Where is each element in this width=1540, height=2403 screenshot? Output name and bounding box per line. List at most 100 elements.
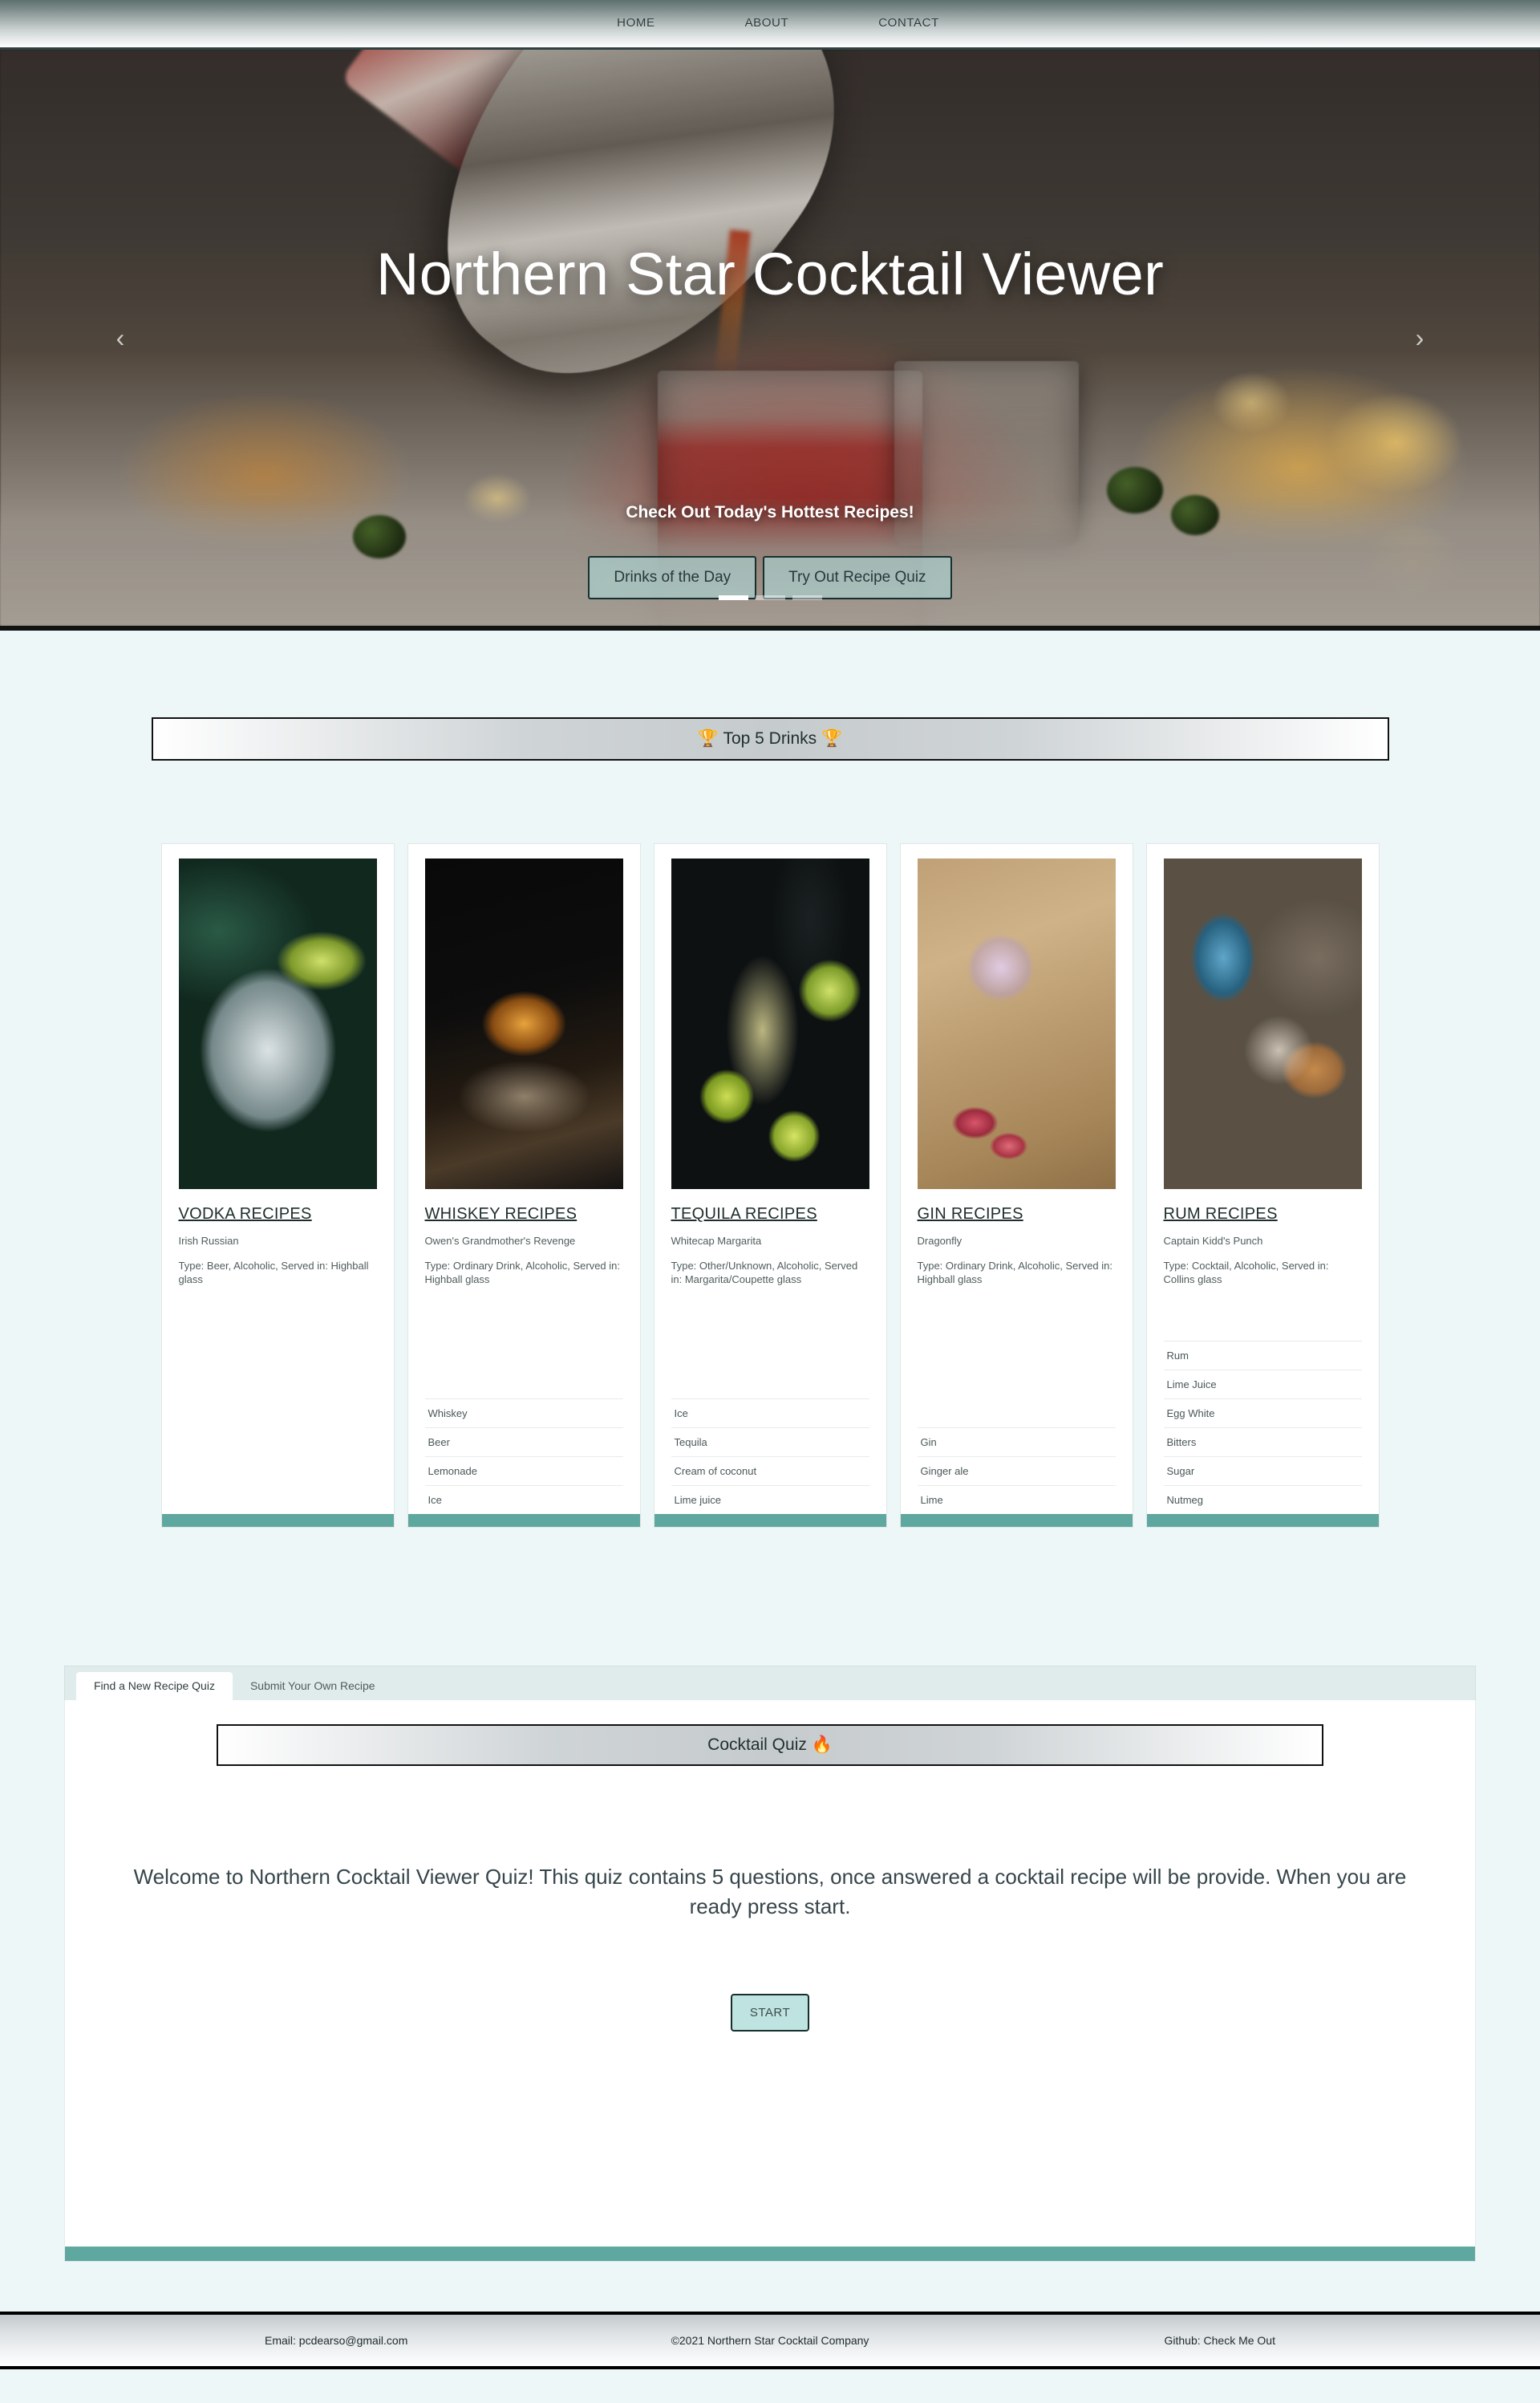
card-drink-type: Type: Ordinary Drink, Alcoholic, Served …	[424, 1259, 621, 1286]
card-title-rum[interactable]: RUM RECIPES	[1164, 1205, 1362, 1224]
ingredient-item: Ice	[424, 1485, 623, 1514]
card-drink-name: Irish Russian	[178, 1235, 239, 1247]
card-title-gin[interactable]: GIN RECIPES	[918, 1205, 1116, 1224]
nav-link-about[interactable]: ABOUT	[700, 16, 834, 30]
hero-carousel: Northern Star Cocktail Viewer Check Out …	[0, 50, 1540, 631]
drink-card-tequila[interactable]: TEQUILA RECIPES Whitecap Margarita Type:…	[653, 843, 887, 1528]
hero-title: Northern Star Cocktail Viewer	[375, 241, 1165, 307]
card-drink-name: Owen's Grandmother's Revenge	[424, 1235, 576, 1247]
card-title-whiskey[interactable]: WHISKEY RECIPES	[425, 1205, 623, 1224]
card-spacer	[179, 1287, 377, 1514]
tab-find-a-new-recipe-quiz[interactable]: Find a New Recipe Quiz	[76, 1672, 233, 1700]
rum-cocktail-image	[1163, 859, 1362, 1189]
tequila-cocktail-image	[671, 859, 869, 1189]
start-quiz-button[interactable]: START	[730, 1993, 810, 2032]
card-spacer	[918, 1287, 1116, 1427]
footer-email-link[interactable]: Email: pcdearso@gmail.com	[265, 2334, 407, 2347]
vodka-cocktail-image	[178, 859, 377, 1189]
drink-card-vodka[interactable]: VODKA RECIPES Irish Russian Type: Beer, …	[160, 843, 395, 1528]
ingredient-item: Lime	[917, 1485, 1116, 1514]
ingredient-item: Ice	[671, 1398, 869, 1427]
ingredient-item: Beer	[424, 1427, 623, 1456]
carousel-next-icon[interactable]: ›	[1400, 318, 1440, 358]
card-spacer	[671, 1287, 869, 1398]
card-accent-footer	[1146, 1514, 1379, 1527]
nav-links: HOME ABOUT CONTACT	[572, 16, 984, 30]
footer-github-link[interactable]: Github: Check Me Out	[1164, 2334, 1275, 2347]
cocktail-quiz-header: Cocktail Quiz 🔥	[217, 1724, 1323, 1766]
card-body: GIN RECIPES Dragonfly Type: Ordinary Dri…	[901, 844, 1133, 1514]
card-spacer	[425, 1287, 623, 1398]
quiz-accent-footer	[65, 2247, 1475, 2261]
ingredient-item: Lime juice	[671, 1485, 869, 1514]
carousel-indicators	[0, 595, 1540, 600]
quiz-section: Find a New Recipe Quiz Submit Your Own R…	[64, 1666, 1476, 2262]
gin-cocktail-image	[917, 859, 1116, 1189]
card-body: WHISKEY RECIPES Owen's Grandmother's Rev…	[408, 844, 640, 1514]
card-drink-type: Type: Beer, Alcoholic, Served in: Highba…	[178, 1259, 369, 1286]
hero-dark-overlay	[0, 50, 1540, 626]
card-spacer	[1164, 1287, 1362, 1341]
card-accent-footer	[654, 1514, 886, 1527]
ingredient-item: Ginger ale	[917, 1456, 1116, 1485]
card-drink-type: Type: Ordinary Drink, Alcoholic, Served …	[917, 1259, 1113, 1286]
card-drink-type: Type: Other/Unknown, Alcoholic, Served i…	[671, 1259, 858, 1286]
ingredient-list: Rum Lime Juice Egg White Bitters Sugar Nutmeg	[1163, 1341, 1362, 1514]
carousel-indicator-3[interactable]	[792, 595, 822, 600]
hero-background-image	[0, 50, 1540, 626]
carousel-indicator-1[interactable]	[718, 595, 748, 600]
quiz-panel: Cocktail Quiz 🔥 Welcome to Northern Cock…	[64, 1700, 1476, 2262]
card-drink-name: Whitecap Margarita	[671, 1235, 762, 1247]
ingredient-list: Ice Tequila Cream of coconut Lime juice	[671, 1398, 869, 1514]
footer-github-col: Github: Check Me Out	[938, 2334, 1540, 2347]
ingredient-item: Nutmeg	[1163, 1485, 1362, 1514]
hero-button-group: Drinks of the Day Try Out Recipe Quiz	[0, 556, 1540, 599]
card-accent-footer	[407, 1514, 640, 1527]
tab-submit-your-own-recipe[interactable]: Submit Your Own Recipe	[233, 1672, 393, 1700]
ingredient-item: Tequila	[671, 1427, 869, 1456]
ingredient-item: Gin	[917, 1427, 1116, 1456]
ingredient-item: Egg White	[1163, 1398, 1362, 1427]
card-body: RUM RECIPES Captain Kidd's Punch Type: C…	[1147, 844, 1379, 1514]
drink-cards-row: VODKA RECIPES Irish Russian Type: Beer, …	[0, 843, 1540, 1528]
card-title-vodka[interactable]: VODKA RECIPES	[179, 1205, 377, 1224]
card-body: VODKA RECIPES Irish Russian Type: Beer, …	[162, 844, 394, 1514]
whiskey-cocktail-image	[424, 859, 623, 1189]
hero-caption: Check Out Today's Hottest Recipes!	[626, 503, 914, 522]
footer-spacer	[0, 2262, 1540, 2312]
ingredient-list: Gin Ginger ale Lime	[917, 1427, 1116, 1514]
page-footer: Email: pcdearso@gmail.com ©2021 Northern…	[0, 2312, 1540, 2369]
nav-link-contact[interactable]: CONTACT	[833, 16, 984, 30]
ingredient-item: Bitters	[1163, 1427, 1362, 1456]
top-5-drinks-section: 🏆 Top 5 Drinks 🏆 VODKA RECIPES Irish Rus…	[0, 717, 1540, 1528]
drink-card-whiskey[interactable]: WHISKEY RECIPES Owen's Grandmother's Rev…	[407, 843, 641, 1528]
ingredient-item: Whiskey	[424, 1398, 623, 1427]
ingredient-item: Lemonade	[424, 1456, 623, 1485]
footer-copyright: ©2021 Northern Star Cocktail Company	[671, 2334, 869, 2347]
ingredient-item: Cream of coconut	[671, 1456, 869, 1485]
carousel-indicator-2[interactable]	[755, 595, 785, 600]
quiz-start-wrapper: START	[65, 1993, 1475, 2032]
top-5-drinks-header: 🏆 Top 5 Drinks 🏆	[151, 717, 1389, 761]
ingredient-item: Lime Juice	[1163, 1370, 1362, 1398]
ingredient-list: Whiskey Beer Lemonade Ice	[424, 1398, 623, 1514]
footer-email-col: Email: pcdearso@gmail.com	[0, 2334, 602, 2347]
card-accent-footer	[900, 1514, 1133, 1527]
carousel-prev-icon[interactable]: ‹	[100, 318, 140, 358]
try-out-recipe-quiz-button[interactable]: Try Out Recipe Quiz	[763, 556, 952, 599]
drink-card-gin[interactable]: GIN RECIPES Dragonfly Type: Ordinary Dri…	[899, 843, 1133, 1528]
quiz-welcome-text: Welcome to Northern Cocktail Viewer Quiz…	[133, 1865, 1407, 1918]
card-drink-type: Type: Cocktail, Alcoholic, Served in: Co…	[1163, 1259, 1329, 1286]
card-accent-footer	[161, 1514, 394, 1527]
nav-link-home[interactable]: HOME	[572, 16, 699, 30]
card-body: TEQUILA RECIPES Whitecap Margarita Type:…	[654, 844, 886, 1514]
quiz-tab-bar: Find a New Recipe Quiz Submit Your Own R…	[64, 1666, 1476, 1700]
drink-card-rum[interactable]: RUM RECIPES Captain Kidd's Punch Type: C…	[1145, 843, 1380, 1528]
card-drink-name: Dragonfly	[917, 1235, 962, 1247]
card-title-tequila[interactable]: TEQUILA RECIPES	[671, 1205, 869, 1224]
drinks-of-the-day-button[interactable]: Drinks of the Day	[588, 556, 757, 599]
card-drink-name: Captain Kidd's Punch	[1163, 1235, 1263, 1247]
ingredient-item: Rum	[1163, 1341, 1362, 1370]
ingredient-item: Sugar	[1163, 1456, 1362, 1485]
top-navigation-bar: HOME ABOUT CONTACT	[0, 0, 1540, 50]
